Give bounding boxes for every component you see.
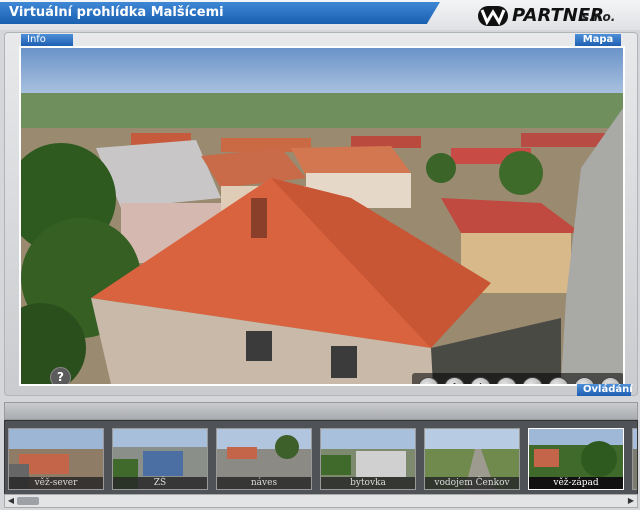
page-title: Virtuální prohlídka Malšícemi: [9, 5, 224, 20]
thumbnail-label: ZŠ: [113, 477, 207, 489]
thumbnail-item[interactable]: [632, 428, 637, 490]
help-button[interactable]: ?: [50, 367, 71, 384]
thumbnail-item-active[interactable]: věž-západ: [528, 428, 624, 490]
controls-tab[interactable]: Ovládání: [577, 384, 633, 396]
thumbnail-item[interactable]: ZŠ: [112, 428, 208, 490]
arrow-up-icon[interactable]: ↑: [444, 377, 465, 384]
arrow-left-icon[interactable]: ←: [496, 377, 517, 384]
thumbnail-item[interactable]: bytovka: [320, 428, 416, 490]
partner-logo: PARTNER s.r.o.: [478, 4, 638, 28]
zoom-in-icon[interactable]: +: [548, 377, 569, 384]
panorama-view[interactable]: ? ▶ ↑ ↓ ← → + − ▣: [19, 46, 625, 386]
play-icon[interactable]: ▶: [418, 377, 439, 384]
thumbnail-item[interactable]: náves: [216, 428, 312, 490]
scroll-right-icon[interactable]: ▶: [626, 496, 636, 506]
logo-suffix: s.r.o.: [582, 10, 616, 24]
map-tab[interactable]: Mapa: [575, 34, 621, 46]
thumbnail-label: bytovka: [321, 477, 415, 489]
info-tab[interactable]: Info: [21, 34, 73, 46]
thumbnail-label: náves: [217, 477, 311, 489]
scroll-thumb[interactable]: [17, 497, 39, 505]
thumbnail-item[interactable]: věž-sever: [8, 428, 104, 490]
panorama-image: [21, 48, 623, 384]
thumbnail-label: věž-sever: [9, 477, 103, 489]
header: Virtuální prohlídka Malšícemi PARTNER s.…: [0, 0, 640, 30]
arrow-down-icon[interactable]: ↓: [470, 377, 491, 384]
panorama-frame: Info Mapa ? Ovládání: [4, 32, 638, 396]
strip-header: [4, 402, 638, 420]
logo-badge-icon: [478, 6, 508, 26]
title-bar: Virtuální prohlídka Malšícemi: [0, 2, 440, 24]
thumbnail-label: věž-západ: [529, 477, 623, 489]
thumbnail-item[interactable]: vodojem Čenkov: [424, 428, 520, 490]
arrow-right-icon[interactable]: →: [522, 377, 543, 384]
thumbnail-scrollbar[interactable]: ◀ ▶: [4, 494, 638, 508]
thumbnail-strip: věž-sever ZŠ náves bytovka vodojem Čenko…: [4, 420, 638, 496]
scroll-left-icon[interactable]: ◀: [6, 496, 16, 506]
thumbnail-label: vodojem Čenkov: [425, 477, 519, 489]
